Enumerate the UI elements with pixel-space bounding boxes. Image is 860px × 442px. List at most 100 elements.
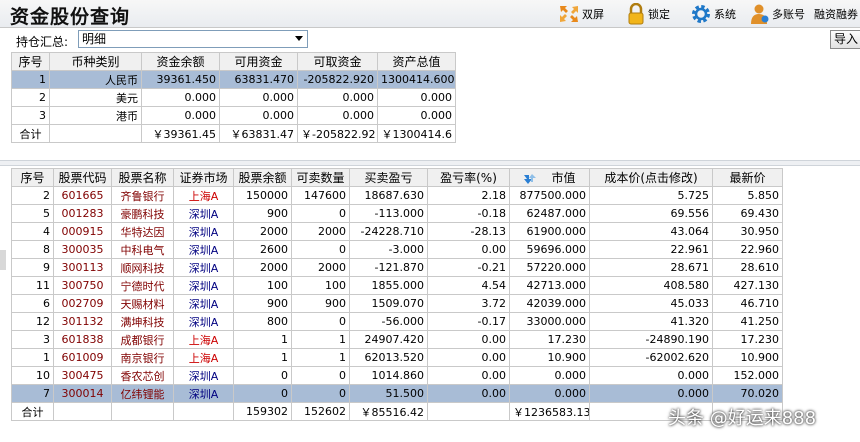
dual-screen-label: 双屏 bbox=[582, 8, 604, 21]
cell-balance: 800 bbox=[233, 312, 292, 331]
cell-pnl: 62013.520 bbox=[349, 348, 428, 367]
cell: 0.000 bbox=[377, 88, 456, 107]
stocks-col-sellable[interactable]: 可卖数量 bbox=[291, 168, 350, 187]
cell-name: 宁德时代 bbox=[111, 276, 174, 295]
table-row[interactable]: 9 300113 顺网科技 深圳A 2000 2000 -121.870 -0.21 57220… bbox=[11, 258, 783, 277]
stocks-col-pnl-rate[interactable]: 盈亏率(%) bbox=[427, 168, 510, 187]
funds-total-row: 合计 ￥39361.45 ￥63831.47 ￥-205822.92 ￥1300… bbox=[11, 124, 456, 143]
splitter[interactable] bbox=[0, 160, 860, 166]
stocks-col-latest[interactable]: 最新价 bbox=[712, 168, 783, 187]
lock-button[interactable]: 锁定 bbox=[626, 3, 670, 25]
system-button[interactable]: 系统 bbox=[690, 3, 736, 25]
cell-balance: 900 bbox=[233, 204, 292, 223]
cell-cost[interactable]: 22.961 bbox=[589, 240, 713, 259]
funds-col-index[interactable]: 序号 bbox=[11, 52, 50, 71]
cell-pnl-rate: -0.18 bbox=[427, 204, 510, 223]
cell-cost[interactable]: 28.671 bbox=[589, 258, 713, 277]
stocks-col-index[interactable]: 序号 bbox=[11, 168, 54, 187]
multi-account-button[interactable]: 多账号 bbox=[750, 3, 805, 25]
cell-pnl: 51.500 bbox=[349, 384, 428, 403]
stocks-col-name[interactable]: 股票名称 bbox=[111, 168, 174, 187]
cell: 合计 bbox=[11, 402, 54, 421]
cell-market: 深圳A bbox=[173, 258, 234, 277]
table-row[interactable]: 8 300035 中科电气 深圳A 2600 0 -3.000 0.00 59696.000 22… bbox=[11, 240, 783, 259]
cell-code: 300035 bbox=[53, 240, 112, 259]
table-row[interactable]: 1 人民币 39361.450 63831.470 -205822.920 13… bbox=[11, 70, 456, 89]
dual-screen-button[interactable]: 双屏 bbox=[558, 3, 604, 25]
cell-latest: 41.250 bbox=[712, 312, 783, 331]
lock-label: 锁定 bbox=[648, 8, 670, 21]
cell bbox=[49, 124, 142, 143]
cell-cost[interactable]: 69.556 bbox=[589, 204, 713, 223]
cell-market-value: 33000.000 bbox=[509, 312, 590, 331]
table-row[interactable]: 3 港币 0.000 0.000 0.000 0.000 bbox=[11, 106, 456, 125]
cell-cost[interactable]: -24890.190 bbox=[589, 330, 713, 349]
funds-col-available[interactable]: 可用资金 bbox=[219, 52, 298, 71]
funds-col-total-assets[interactable]: 资产总值 bbox=[377, 52, 456, 71]
cell: 人民币 bbox=[49, 70, 142, 89]
stocks-col-pnl[interactable]: 买卖盈亏 bbox=[349, 168, 428, 187]
import-button[interactable]: 导入 bbox=[830, 30, 860, 49]
cell-cost[interactable]: -62002.620 bbox=[589, 348, 713, 367]
table-row[interactable]: 6 002709 天赐材料 深圳A 900 900 1509.070 3.72 42039.00… bbox=[11, 294, 783, 313]
cell-latest: 22.960 bbox=[712, 240, 783, 259]
filter-bar: 持仓汇总: 明细 导入 bbox=[0, 29, 860, 51]
margin-trading-button[interactable]: 融资融券 bbox=[814, 3, 858, 25]
cell-sellable: 0 bbox=[291, 384, 350, 403]
stocks-col-market[interactable]: 证券市场 bbox=[173, 168, 234, 187]
cell-market: 深圳A bbox=[173, 366, 234, 385]
cell-market-value: 42713.000 bbox=[509, 276, 590, 295]
cell-cost[interactable]: 43.064 bbox=[589, 222, 713, 241]
table-row[interactable]: 10 300475 香农芯创 深圳A 0 0 1014.860 0.00 0.000 0.000 1… bbox=[11, 366, 783, 385]
cell-latest: 17.230 bbox=[712, 330, 783, 349]
cell bbox=[173, 402, 234, 421]
cell-cost[interactable]: 45.033 bbox=[589, 294, 713, 313]
table-row[interactable]: 5 001283 豪鹏科技 深圳A 900 0 -113.000 -0.18 62487.000… bbox=[11, 204, 783, 223]
cell-market-value: 0.000 bbox=[509, 384, 590, 403]
table-row[interactable]: 7 300014 亿纬锂能 深圳A 0 0 51.500 0.00 0.000 0.000 70.0… bbox=[11, 384, 783, 403]
stocks-total-row: 合计 159302 152602 ￥85516.42 ￥1236583.13 bbox=[11, 402, 783, 421]
table-row[interactable]: 4 000915 华特达因 深圳A 2000 2000 -24228.710 -28.13 61… bbox=[11, 222, 783, 241]
cell-cost[interactable]: 408.580 bbox=[589, 276, 713, 295]
cell-cost[interactable]: 5.725 bbox=[589, 186, 713, 205]
cell-latest: 5.850 bbox=[712, 186, 783, 205]
cell-cost[interactable]: 0.000 bbox=[589, 366, 713, 385]
cell-pnl-rate: 0.00 bbox=[427, 366, 510, 385]
cell-sellable: 2000 bbox=[291, 258, 350, 277]
position-summary-select[interactable]: 明细 bbox=[78, 30, 308, 48]
table-row[interactable]: 2 601665 齐鲁银行 上海A 150000 147600 18687.630 2.18 8… bbox=[11, 186, 783, 205]
stocks-col-cost[interactable]: 成本价(点击修改) bbox=[589, 168, 713, 187]
stocks-col-market-value[interactable]: 市值 bbox=[509, 168, 590, 187]
collapse-handle[interactable] bbox=[0, 250, 6, 270]
cell-pnl: -24228.710 bbox=[349, 222, 428, 241]
table-row[interactable]: 2 美元 0.000 0.000 0.000 0.000 bbox=[11, 88, 456, 107]
cell-code: 300113 bbox=[53, 258, 112, 277]
funds-col-currency[interactable]: 币种类别 bbox=[49, 52, 142, 71]
funds-col-withdrawable[interactable]: 可取资金 bbox=[297, 52, 378, 71]
table-row[interactable]: 1 601009 南京银行 上海A 1 1 62013.520 0.00 10.900 -6200… bbox=[11, 348, 783, 367]
cell-pnl: 1855.000 bbox=[349, 276, 428, 295]
cell-pnl-rate: 3.72 bbox=[427, 294, 510, 313]
funds-col-balance[interactable]: 资金余额 bbox=[141, 52, 220, 71]
cell-code: 001283 bbox=[53, 204, 112, 223]
cell-balance: 100 bbox=[233, 276, 292, 295]
stocks-col-balance[interactable]: 股票余额 bbox=[233, 168, 292, 187]
cell-name: 成都银行 bbox=[111, 330, 174, 349]
cell-latest: 69.430 bbox=[712, 204, 783, 223]
table-row[interactable]: 11 300750 宁德时代 深圳A 100 100 1855.000 4.54 42713.0… bbox=[11, 276, 783, 295]
cell-name: 华特达因 bbox=[111, 222, 174, 241]
cell-cost[interactable]: 0.000 bbox=[589, 384, 713, 403]
cell-index: 1 bbox=[11, 348, 54, 367]
cell-cost[interactable]: 41.320 bbox=[589, 312, 713, 331]
cell-market-value: 17.230 bbox=[509, 330, 590, 349]
cell-name: 南京银行 bbox=[111, 348, 174, 367]
table-row[interactable]: 3 601838 成都银行 上海A 1 1 24907.420 0.00 17.230 -2489… bbox=[11, 330, 783, 349]
cell-code: 002709 bbox=[53, 294, 112, 313]
table-row[interactable]: 12 301132 满坤科技 深圳A 800 0 -56.000 -0.17 33000.000… bbox=[11, 312, 783, 331]
cell-balance: 1 bbox=[233, 330, 292, 349]
cell-pnl-rate: -28.13 bbox=[427, 222, 510, 241]
cell-sellable: 0 bbox=[291, 312, 350, 331]
cell: -205822.920 bbox=[297, 70, 378, 89]
stocks-col-code[interactable]: 股票代码 bbox=[53, 168, 112, 187]
cell: 1300414.600 bbox=[377, 70, 456, 89]
